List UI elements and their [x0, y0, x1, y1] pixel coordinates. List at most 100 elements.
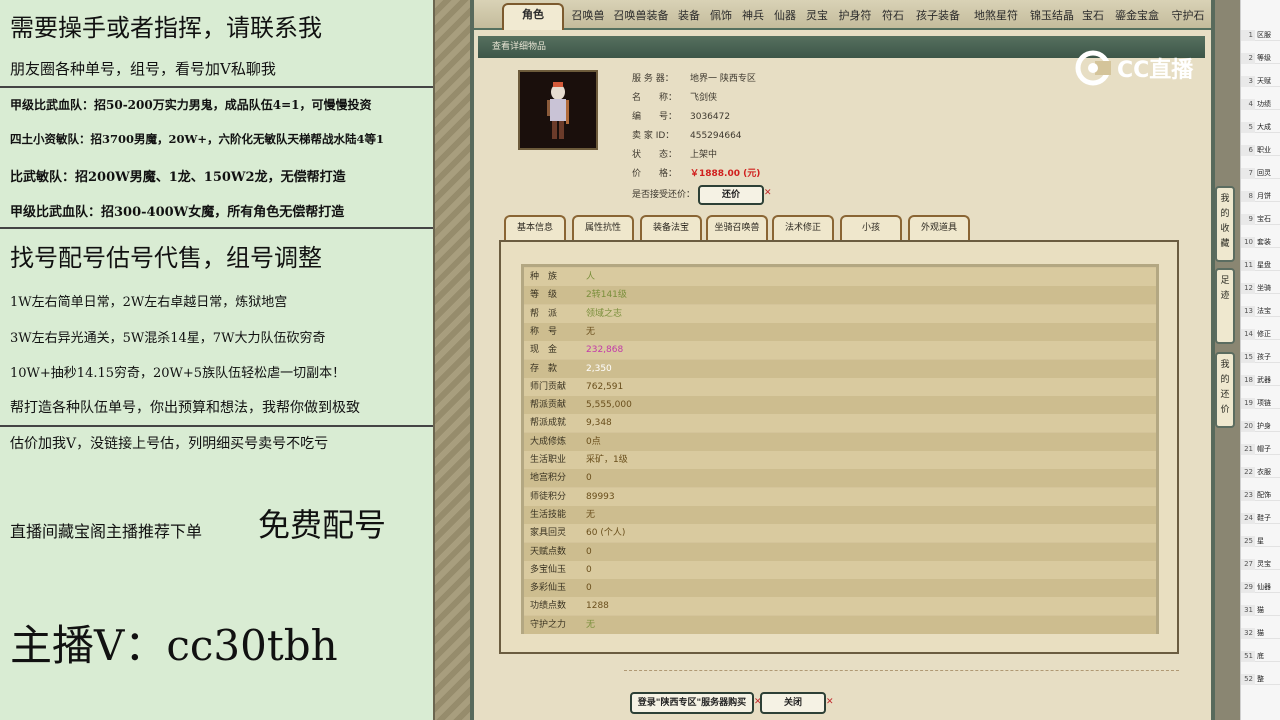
sheet-cell[interactable]: 区服 [1255, 30, 1271, 41]
sheet-cell[interactable]: 武器 [1255, 375, 1271, 386]
table-row: 称 号无 [524, 322, 1156, 341]
sheet-cell[interactable]: 整 [1255, 674, 1264, 685]
sheet-cell[interactable]: 猫 [1255, 605, 1264, 616]
detail-label: 称 号 [530, 326, 558, 337]
overlay-line-10: 10W+抽秒14.15穷奇，20W+5族队伍轻松虐一切副本！ [10, 366, 346, 381]
table-row: 现 金 232,868 [524, 341, 1156, 360]
detail-label: 生活职业 [530, 455, 567, 465]
info-value: 3036472 [690, 112, 731, 122]
sheet-cell[interactable]: 鞋子 [1255, 513, 1271, 524]
sheet-cell[interactable]: 护身 [1255, 421, 1271, 432]
table-row: 种 族人 [524, 268, 1156, 286]
detail-value: 0 [586, 583, 592, 594]
overlay-line-2: 朋友圈各种单号，组号，看号加V私聊我 [10, 60, 276, 78]
tab-spirit-treasure[interactable]: 灵宝 [804, 6, 830, 28]
sheet-cell[interactable]: 宝石 [1255, 214, 1271, 225]
detail-label: 多宝仙玉 [530, 564, 567, 575]
tab-amulet[interactable]: 护身符 [836, 6, 874, 28]
sheet-cell[interactable]: 底 [1255, 651, 1264, 662]
sheet-row: 15 孩子 [1241, 352, 1280, 363]
bargain-button[interactable]: 还价 [698, 185, 764, 205]
sheet-cell[interactable]: 仙器 [1255, 582, 1271, 593]
overlay-line-5: 比武敏队：招200W男魔、1龙、150W2龙，无偿帮打造 [10, 170, 346, 185]
overlay-line-8: 1W左右简单日常，2W左右卓越日常，炼狱地宫 [10, 295, 288, 310]
info-label: 编 号： [632, 112, 678, 122]
sheet-cell[interactable]: 职业 [1255, 145, 1271, 156]
sheet-row: 3 天赋 [1241, 76, 1280, 87]
tab-summon[interactable]: 召唤兽 [570, 6, 606, 28]
tab-immortal-tool[interactable]: 仙器 [772, 6, 798, 28]
sheet-cell[interactable]: 孩子 [1255, 352, 1271, 363]
detail-label: 帮 派 [530, 308, 558, 319]
tab-divine-weapon[interactable]: 神兵 [740, 6, 766, 28]
tab-child-equip[interactable]: 孩子装备 [912, 6, 964, 28]
overlay-divider [0, 227, 433, 229]
tab-mount-summon[interactable]: 坐骑召唤兽 [706, 215, 768, 241]
sheet-cell[interactable]: 月饼 [1255, 191, 1271, 202]
sidebar-item-favorites[interactable]: 我的收藏 [1215, 186, 1235, 262]
table-row: 生活技能 无 [524, 505, 1156, 524]
sheet-cell[interactable]: 猫 [1255, 628, 1264, 639]
detail-value: 无 [586, 326, 596, 337]
tab-attributes[interactable]: 属性抗性 [572, 215, 634, 241]
detail-value: 1288 [586, 601, 609, 612]
tab-equip-treasure[interactable]: 装备法宝 [640, 215, 702, 241]
info-seller: 卖 家 ID： 455294664 [632, 129, 742, 143]
sheet-cell[interactable]: 衣服 [1255, 467, 1271, 478]
sheet-cell[interactable]: 套装 [1255, 237, 1271, 248]
sheet-row: 2 等级 [1241, 53, 1280, 64]
sheet-cell[interactable]: 等级 [1255, 53, 1271, 64]
sidebar-item-footprint[interactable]: 足迹 [1215, 268, 1235, 344]
tab-accessory[interactable]: 佩饰 [708, 6, 734, 28]
tab-rune-stone[interactable]: 符石 [880, 6, 906, 28]
sheet-cell[interactable]: 法宝 [1255, 306, 1271, 317]
sheet-cell[interactable]: 坐骑 [1255, 283, 1271, 294]
sheet-cell[interactable]: 天赋 [1255, 76, 1271, 87]
close-button[interactable]: 关闭 [760, 692, 826, 714]
sheet-row-number: 14 [1241, 329, 1255, 340]
sheet-cell[interactable]: 功绩 [1255, 99, 1271, 110]
sheet-cell[interactable]: 配饰 [1255, 490, 1271, 501]
sheet-cell[interactable]: 大成 [1255, 122, 1271, 133]
tab-equipment[interactable]: 装备 [676, 6, 702, 28]
sheet-row-number: 18 [1241, 375, 1255, 386]
sheet-cell[interactable]: 星 [1255, 536, 1264, 547]
tab-summon-equip[interactable]: 召唤兽装备 [612, 6, 670, 28]
sheet-cell[interactable]: 灵宝 [1255, 559, 1271, 570]
tab-spell-correction[interactable]: 法术修正 [772, 215, 834, 241]
buy-button[interactable]: 登录"陕西专区"服务器购买 [630, 692, 754, 714]
detail-value: 2,350 [586, 363, 612, 374]
sidebar-item-my-bargains[interactable]: 我的还价 [1215, 352, 1235, 428]
tab-guard-stone[interactable]: 守护石 [1166, 6, 1210, 28]
sheet-row-number: 15 [1241, 352, 1255, 363]
tab-jade-crystal[interactable]: 锦玉结晶 [1028, 6, 1076, 28]
sheet-cell[interactable]: 项链 [1255, 398, 1271, 409]
sheet-row-number: 6 [1241, 145, 1255, 156]
detail-value: 0 [586, 473, 592, 484]
table-row: 家具回灵 60 (个人) [524, 524, 1156, 543]
tab-gem[interactable]: 宝石 [1080, 6, 1106, 28]
category-tab-bar: 角色 召唤兽 召唤兽装备 装备 佩饰 神兵 仙器 灵宝 护身符 符石 孩子装备 … [474, 0, 1211, 30]
sheet-cell[interactable]: 修正 [1255, 329, 1271, 340]
tab-appearance[interactable]: 外观道具 [908, 215, 970, 241]
sheet-row: 7 回灵 [1241, 168, 1280, 179]
sheet-row-number: 22 [1241, 467, 1255, 478]
detail-panel: 种 族人等 级 2转141级帮 派领域之志称 号无现 金 232,868 存 款 2,3… [499, 240, 1179, 654]
sheet-row: 12 坐骑 [1241, 283, 1280, 294]
table-row: 地宫积分 0 [524, 469, 1156, 488]
info-label: 卖 家 ID： [632, 131, 675, 141]
sheet-row-number: 12 [1241, 283, 1255, 294]
overlay-line-12: 估价加我V，没链接上号估，列明细买号卖号不吃亏 [10, 436, 329, 452]
sheet-row-number: 9 [1241, 214, 1255, 225]
sheet-cell[interactable]: 回灵 [1255, 168, 1271, 179]
sheet-cell[interactable]: 星盘 [1255, 260, 1271, 271]
detail-label: 种 族 [530, 272, 558, 282]
tab-role[interactable]: 角色 [502, 3, 564, 30]
detail-label: 家具回灵 [530, 528, 567, 539]
tab-child[interactable]: 小孩 [840, 215, 902, 241]
overlay-line-3: 甲级比武血队：招50-200万实力男鬼，成品队伍4=1，可慢慢投资 [10, 98, 372, 112]
tab-star-rune[interactable]: 地煞星符 [970, 6, 1022, 28]
tab-basic-info[interactable]: 基本信息 [504, 215, 566, 241]
sheet-cell[interactable]: 帽子 [1255, 444, 1271, 455]
tab-gold-box[interactable]: 鎏金宝盒 [1112, 6, 1162, 28]
